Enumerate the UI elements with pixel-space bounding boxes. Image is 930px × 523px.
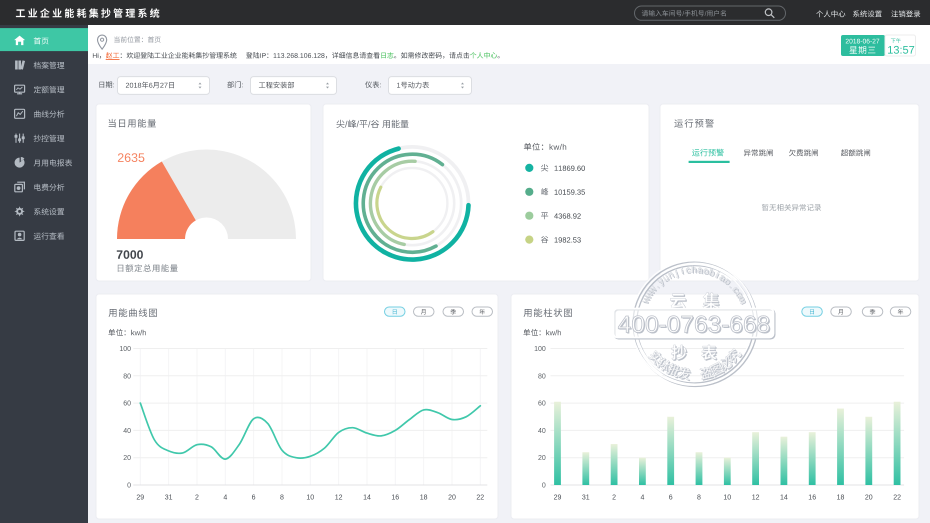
svg-text:22: 22 <box>476 495 484 502</box>
svg-text:40: 40 <box>538 428 546 435</box>
svg-text:100: 100 <box>119 346 131 353</box>
svg-text:20: 20 <box>538 455 546 462</box>
svg-text:20: 20 <box>865 495 873 502</box>
svg-text:29: 29 <box>136 495 144 502</box>
svg-text:14: 14 <box>780 495 788 502</box>
svg-text:31: 31 <box>582 495 590 502</box>
svg-text:10: 10 <box>306 495 314 502</box>
svg-text:80: 80 <box>538 373 546 380</box>
svg-text:29: 29 <box>554 495 562 502</box>
svg-text:22: 22 <box>893 495 901 502</box>
svg-text:4: 4 <box>640 495 644 502</box>
svg-text:40: 40 <box>123 428 131 435</box>
svg-text:8: 8 <box>697 495 701 502</box>
svg-text:2: 2 <box>195 495 199 502</box>
svg-text:12: 12 <box>335 495 343 502</box>
svg-text:16: 16 <box>808 495 816 502</box>
svg-text:8: 8 <box>280 495 284 502</box>
svg-text:4: 4 <box>223 495 227 502</box>
svg-text:100: 100 <box>534 346 546 353</box>
svg-text:0: 0 <box>127 483 131 490</box>
svg-text:80: 80 <box>123 373 131 380</box>
svg-text:0: 0 <box>542 483 546 490</box>
svg-text:18: 18 <box>420 495 428 502</box>
svg-text:60: 60 <box>538 401 546 408</box>
svg-text:10: 10 <box>723 495 731 502</box>
svg-text:20: 20 <box>448 495 456 502</box>
svg-text:16: 16 <box>391 495 399 502</box>
svg-text:6: 6 <box>252 495 256 502</box>
svg-text:20: 20 <box>123 455 131 462</box>
svg-text:14: 14 <box>363 495 371 502</box>
svg-text:6: 6 <box>669 495 673 502</box>
svg-text:60: 60 <box>123 401 131 408</box>
svg-text:18: 18 <box>837 495 845 502</box>
svg-text:12: 12 <box>752 495 760 502</box>
svg-text:2: 2 <box>612 495 616 502</box>
svg-text:400-0763-668: 400-0763-668 <box>618 312 771 339</box>
svg-text:31: 31 <box>165 495 173 502</box>
